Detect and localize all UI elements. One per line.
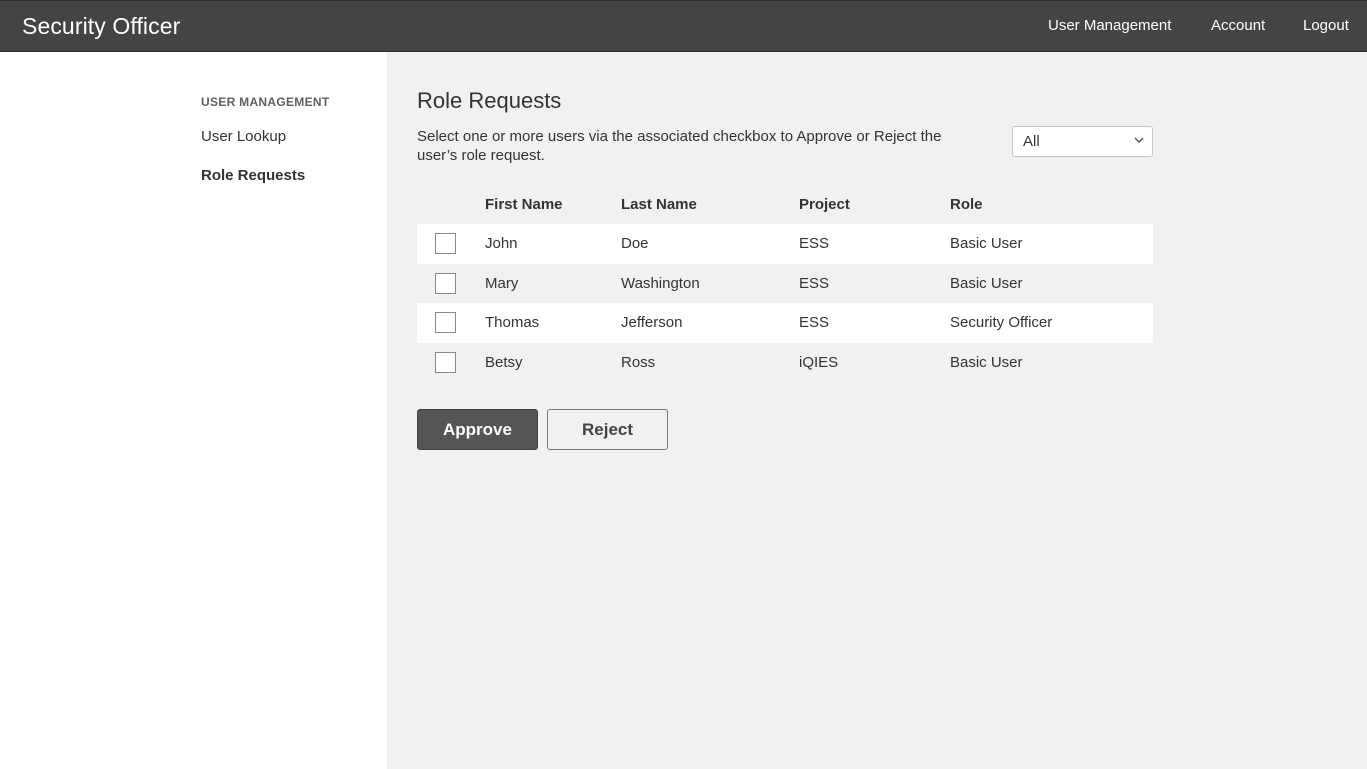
- row-checkbox[interactable]: [435, 351, 456, 373]
- cell-role: Basic User: [950, 274, 1023, 292]
- main-content: Role Requests Select one or more users v…: [387, 52, 1367, 769]
- cell-role: Security Officer: [950, 314, 1053, 331]
- cell-first-name: Betsy: [485, 353, 523, 371]
- cell-role: Basic User: [950, 353, 1023, 371]
- table-header: First Name Last Name Project Role: [417, 192, 1153, 224]
- page-title: Role Requests: [417, 88, 562, 113]
- app-title: Security Officer: [22, 13, 181, 39]
- role-requests-table: First Name Last Name Project Role John D…: [417, 192, 1153, 382]
- cell-role: Basic User: [950, 235, 1023, 252]
- sidebar: USER MANAGEMENT User Lookup Role Request…: [0, 52, 387, 769]
- cell-project: ESS: [799, 314, 830, 331]
- cell-last-name: Doe: [621, 235, 649, 252]
- cell-first-name: John: [485, 235, 518, 252]
- cell-project: ESS: [799, 274, 830, 292]
- column-header-first-name: First Name: [485, 196, 563, 213]
- instructions-text: Select one or more users via the associa…: [417, 128, 942, 164]
- table-row: Mary Washington ESS Basic User: [417, 264, 1153, 304]
- cell-first-name: Mary: [485, 274, 519, 292]
- column-header-project: Project: [799, 196, 850, 213]
- column-header-role: Role: [950, 196, 983, 213]
- approve-button[interactable]: Approve: [417, 409, 538, 450]
- nav-user-management[interactable]: User Management: [1048, 17, 1171, 34]
- cell-last-name: Washington: [621, 274, 700, 292]
- nav-logout[interactable]: Logout: [1303, 17, 1349, 34]
- cell-project: iQIES: [799, 353, 839, 371]
- row-checkbox[interactable]: [435, 272, 456, 294]
- filter-selected-value: All: [1023, 133, 1040, 150]
- column-header-last-name: Last Name: [621, 196, 697, 213]
- row-checkbox[interactable]: [435, 233, 456, 254]
- table-row: Thomas Jefferson ESS Security Officer: [417, 303, 1153, 343]
- filter-dropdown[interactable]: All: [1012, 126, 1153, 157]
- sidebar-item-user-lookup[interactable]: User Lookup: [201, 128, 286, 145]
- reject-button[interactable]: Reject: [547, 409, 668, 450]
- sidebar-item-role-requests[interactable]: Role Requests: [201, 167, 305, 184]
- top-nav-bar: Security Officer User Management Account…: [0, 0, 1367, 52]
- cell-first-name: Thomas: [485, 314, 540, 331]
- row-checkbox[interactable]: [435, 312, 456, 333]
- chevron-down-icon: [1134, 137, 1144, 143]
- cell-last-name: Ross: [621, 353, 656, 371]
- nav-account[interactable]: Account: [1211, 17, 1265, 34]
- sidebar-heading: USER MANAGEMENT: [201, 95, 330, 109]
- cell-last-name: Jefferson: [621, 314, 683, 331]
- table-row: John Doe ESS Basic User: [417, 224, 1153, 264]
- table-row: Betsy Ross iQIES Basic User: [417, 343, 1153, 383]
- cell-project: ESS: [799, 235, 830, 252]
